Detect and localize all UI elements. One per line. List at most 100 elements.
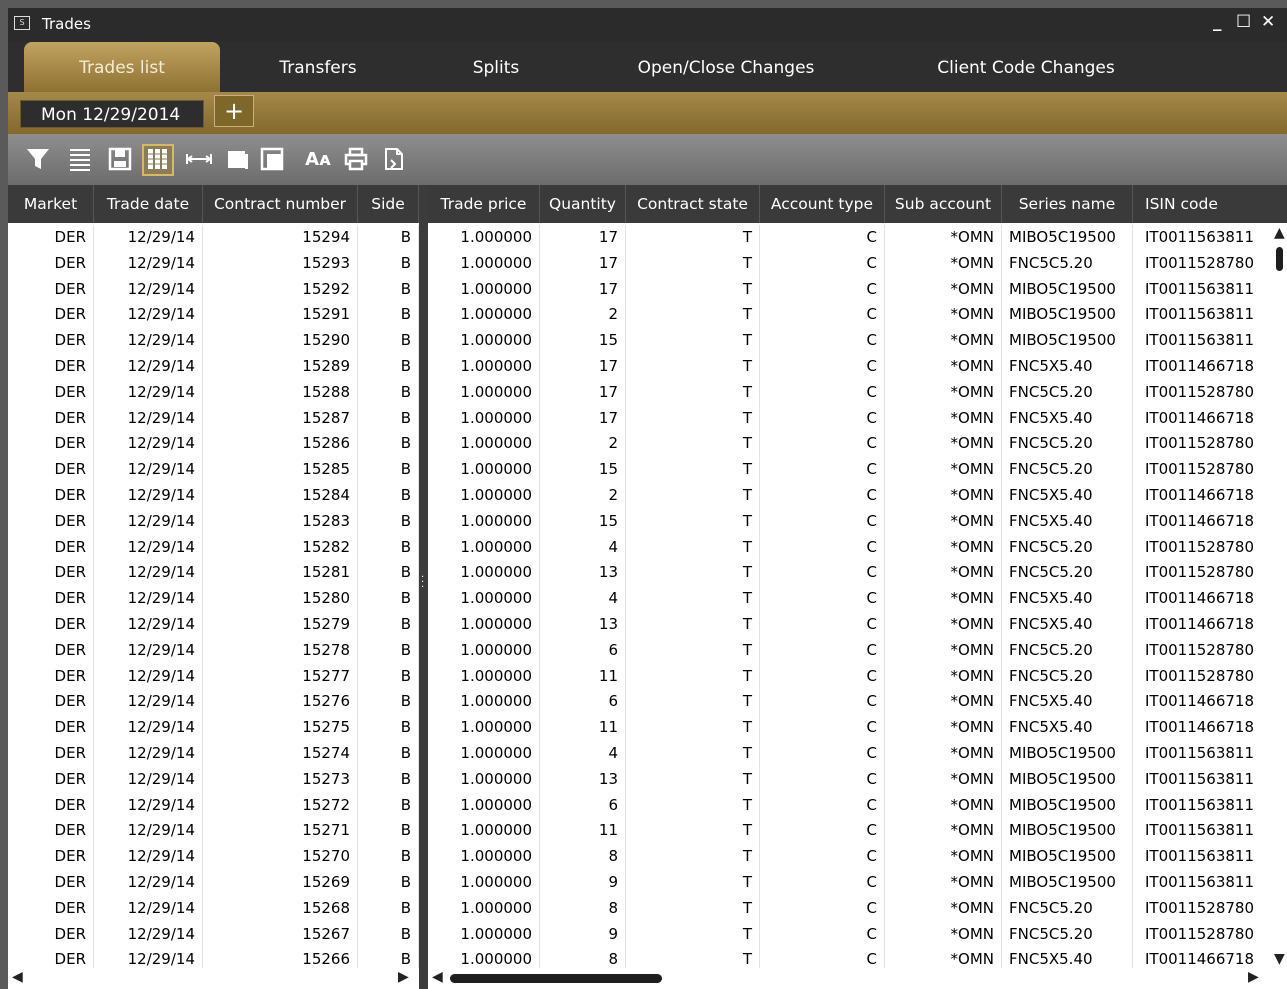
cell-contract-number[interactable]: 15273 bbox=[203, 766, 358, 793]
cell-market[interactable]: DER bbox=[8, 844, 94, 870]
col-quantity[interactable]: Quantity bbox=[540, 185, 626, 223]
cell-side[interactable]: B bbox=[358, 508, 419, 535]
cell-trade-price[interactable]: 1.000000 bbox=[428, 921, 540, 948]
cell-series-name[interactable]: MIBO5C19500 bbox=[1002, 844, 1133, 870]
cell-side[interactable]: B bbox=[358, 637, 419, 664]
cell-series-name[interactable]: FNC5X5.40 bbox=[1002, 483, 1133, 509]
cell-trade-price[interactable]: 1.000000 bbox=[428, 508, 540, 535]
cell-trade-date[interactable]: 12/29/14 bbox=[94, 921, 203, 948]
cell-isin-code[interactable]: IT0011563811 bbox=[1133, 818, 1272, 844]
table-row[interactable]: 1.000000 11 T C *OMN MIBO5C19500 IT0011563811 bbox=[428, 818, 1272, 845]
cell-isin-code[interactable]: IT0011528780 bbox=[1133, 638, 1272, 664]
cell-contract-state[interactable]: T bbox=[626, 431, 760, 458]
cell-series-name[interactable]: FNC5C5.20 bbox=[1002, 534, 1133, 561]
cell-trade-price[interactable]: 1.000000 bbox=[428, 895, 540, 922]
cell-contract-state[interactable]: T bbox=[626, 663, 760, 690]
scroll-right-icon[interactable]: ▶ bbox=[1248, 969, 1259, 985]
cell-contract-number[interactable]: 15278 bbox=[203, 637, 358, 664]
right-horizontal-scrollbar[interactable]: ◀ ▶ bbox=[428, 968, 1287, 989]
cell-quantity[interactable]: 17 bbox=[540, 225, 626, 251]
export-icon[interactable] bbox=[380, 146, 408, 174]
cell-trade-price[interactable]: 1.000000 bbox=[428, 586, 540, 612]
cell-account-type[interactable]: C bbox=[760, 379, 885, 406]
cell-quantity[interactable]: 17 bbox=[540, 405, 626, 432]
table-row[interactable]: 1.000000 4 T C *OMN FNC5C5.20 IT0011528780 bbox=[428, 534, 1272, 561]
cell-contract-state[interactable]: T bbox=[626, 225, 760, 251]
cell-quantity[interactable]: 8 bbox=[540, 844, 626, 870]
cell-contract-state[interactable]: T bbox=[626, 741, 760, 767]
cell-market[interactable]: DER bbox=[8, 870, 94, 896]
cell-isin-code[interactable]: IT0011466718 bbox=[1133, 354, 1272, 380]
cell-market[interactable]: DER bbox=[8, 225, 94, 251]
cell-contract-number[interactable]: 15294 bbox=[203, 225, 358, 251]
cell-side[interactable]: B bbox=[358, 405, 419, 432]
col-series-name[interactable]: Series name bbox=[1002, 185, 1133, 223]
cell-isin-code[interactable]: IT0011563811 bbox=[1133, 767, 1272, 793]
cell-side[interactable]: B bbox=[358, 818, 419, 845]
col-side[interactable]: Side bbox=[358, 185, 419, 223]
cell-account-type[interactable]: C bbox=[760, 483, 885, 509]
cell-series-name[interactable]: MIBO5C19500 bbox=[1002, 766, 1133, 793]
tab-transfers[interactable]: Transfers bbox=[220, 42, 416, 92]
cell-trade-date[interactable]: 12/29/14 bbox=[94, 663, 203, 690]
table-row[interactable]: DER 12/29/14 15288 B bbox=[8, 379, 419, 406]
table-row[interactable]: DER 12/29/14 15278 B bbox=[8, 637, 419, 664]
scroll-down-icon[interactable]: ▼ bbox=[1274, 951, 1285, 967]
cell-series-name[interactable]: FNC5C5.20 bbox=[1002, 250, 1133, 277]
cell-contract-state[interactable]: T bbox=[626, 250, 760, 277]
cell-trade-price[interactable]: 1.000000 bbox=[428, 663, 540, 690]
cell-account-type[interactable]: C bbox=[760, 741, 885, 767]
table-row[interactable]: 1.000000 11 T C *OMN FNC5X5.40 IT0011466718 bbox=[428, 715, 1272, 741]
columns-icon[interactable] bbox=[142, 144, 174, 176]
cell-trade-price[interactable]: 1.000000 bbox=[428, 637, 540, 664]
cell-quantity[interactable]: 15 bbox=[540, 508, 626, 535]
cell-market[interactable]: DER bbox=[8, 431, 94, 458]
cell-trade-price[interactable]: 1.000000 bbox=[428, 689, 540, 716]
cell-contract-state[interactable]: T bbox=[626, 921, 760, 948]
cell-trade-price[interactable]: 1.000000 bbox=[428, 302, 540, 329]
table-row[interactable]: 1.000000 2 T C *OMN FNC5X5.40 IT0011466718 bbox=[428, 483, 1272, 509]
table-row[interactable]: 1.000000 4 T C *OMN FNC5X5.40 IT0011466718 bbox=[428, 586, 1272, 612]
cell-side[interactable]: B bbox=[358, 328, 419, 354]
cell-quantity[interactable]: 17 bbox=[540, 276, 626, 303]
cell-contract-number[interactable]: 15283 bbox=[203, 508, 358, 535]
minimize-button[interactable]: _ bbox=[1213, 12, 1222, 32]
cell-account-type[interactable]: C bbox=[760, 276, 885, 303]
cell-contract-number[interactable]: 15274 bbox=[203, 741, 358, 767]
cell-quantity[interactable]: 4 bbox=[540, 741, 626, 767]
cell-series-name[interactable]: FNC5C5.20 bbox=[1002, 560, 1133, 587]
table-row[interactable]: 1.000000 13 T C *OMN FNC5C5.20 IT0011528780 bbox=[428, 560, 1272, 587]
table-row[interactable]: DER 12/29/14 15290 B bbox=[8, 328, 419, 354]
cell-sub-account[interactable]: *OMN bbox=[885, 895, 1002, 922]
cell-side[interactable]: B bbox=[358, 483, 419, 509]
add-date-button[interactable]: + bbox=[214, 95, 254, 127]
cell-account-type[interactable]: C bbox=[760, 870, 885, 896]
cell-trade-date[interactable]: 12/29/14 bbox=[94, 431, 203, 458]
cell-contract-state[interactable]: T bbox=[626, 715, 760, 741]
cell-sub-account[interactable]: *OMN bbox=[885, 741, 1002, 767]
cell-isin-code[interactable]: IT0011528780 bbox=[1133, 535, 1272, 561]
cell-sub-account[interactable]: *OMN bbox=[885, 405, 1002, 432]
cell-account-type[interactable]: C bbox=[760, 302, 885, 329]
cell-market[interactable]: DER bbox=[8, 689, 94, 716]
cell-quantity[interactable]: 13 bbox=[540, 560, 626, 587]
cell-contract-number[interactable]: 15275 bbox=[203, 715, 358, 741]
cell-trade-price[interactable]: 1.000000 bbox=[428, 612, 540, 638]
table-row[interactable]: DER 12/29/14 15279 B bbox=[8, 612, 419, 638]
cell-quantity[interactable]: 9 bbox=[540, 870, 626, 896]
cell-contract-state[interactable]: T bbox=[626, 354, 760, 380]
cell-trade-date[interactable]: 12/29/14 bbox=[94, 792, 203, 819]
cell-isin-code[interactable]: IT0011528780 bbox=[1133, 431, 1272, 457]
cell-contract-number[interactable]: 15288 bbox=[203, 379, 358, 406]
cell-contract-number[interactable]: 15286 bbox=[203, 431, 358, 458]
vertical-scroll-thumb[interactable] bbox=[1276, 247, 1283, 271]
cell-sub-account[interactable]: *OMN bbox=[885, 560, 1002, 587]
cell-trade-price[interactable]: 1.000000 bbox=[428, 483, 540, 509]
cell-isin-code[interactable]: IT0011466718 bbox=[1133, 947, 1272, 968]
cell-account-type[interactable]: C bbox=[760, 560, 885, 587]
save-icon[interactable] bbox=[106, 146, 134, 174]
table-row[interactable]: 1.000000 6 T C *OMN MIBO5C19500 IT0011563811 bbox=[428, 792, 1272, 819]
cell-sub-account[interactable]: *OMN bbox=[885, 379, 1002, 406]
font-size-icon[interactable]: Aᴀ bbox=[304, 146, 332, 174]
tab-trades-list[interactable]: Trades list bbox=[24, 42, 220, 92]
